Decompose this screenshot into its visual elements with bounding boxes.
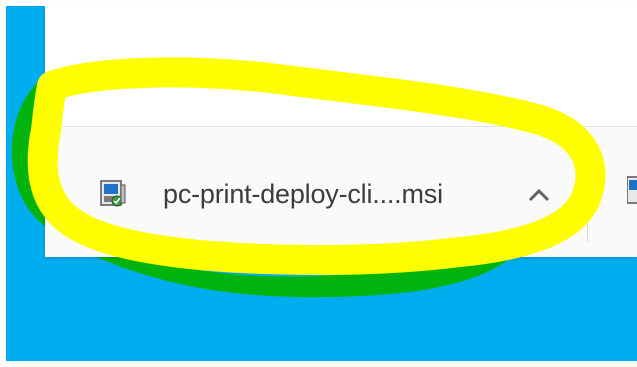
yellow-highlight-annotation <box>27 57 606 276</box>
